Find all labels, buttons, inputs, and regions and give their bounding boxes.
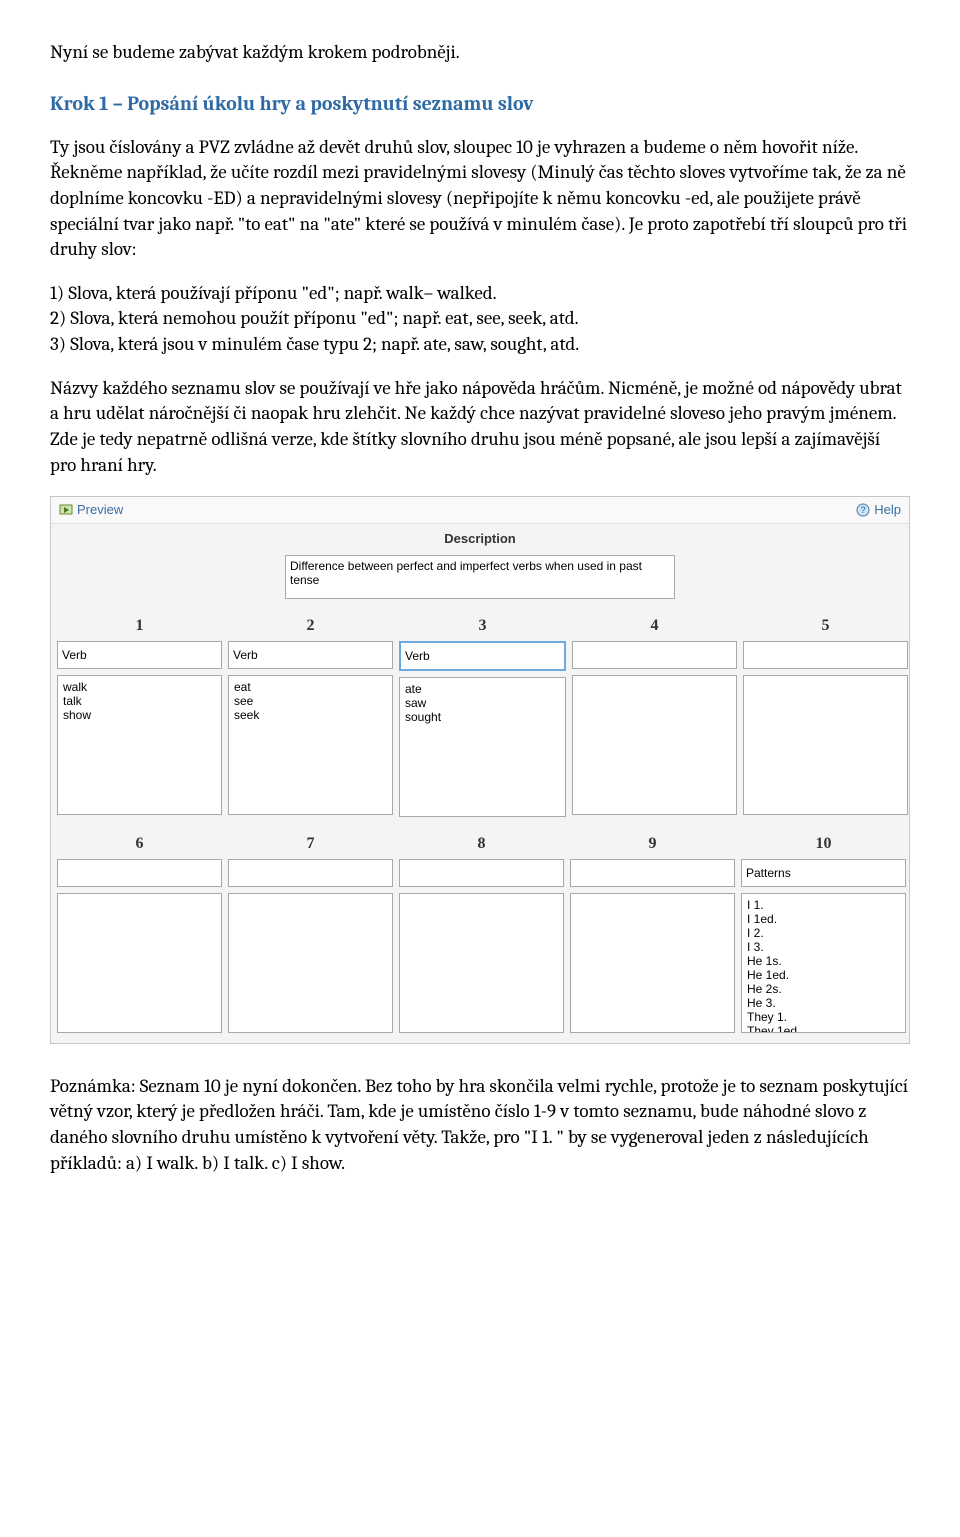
section-title: Krok 1 – Popsání úkolu hry a poskytnutí … (50, 90, 910, 117)
column-body-input[interactable] (743, 675, 908, 815)
note-paragraph: Poznámka: Seznam 10 je nyní dokončen. Be… (50, 1074, 910, 1177)
column: 8 (399, 827, 564, 1033)
column-header-input[interactable] (228, 641, 393, 669)
column-body-input[interactable] (741, 893, 906, 1033)
column-number: 7 (228, 827, 393, 859)
column-body-input[interactable] (57, 675, 222, 815)
list-item-1: 1) Slova, která používají příponu "ed"; … (50, 281, 910, 307)
columns-row-1: 12345 (51, 609, 909, 827)
column-header-input[interactable] (57, 641, 222, 669)
column-header-input[interactable] (57, 859, 222, 887)
column-number: 6 (57, 827, 222, 859)
preview-button[interactable]: Preview (59, 501, 123, 519)
list-item-3: 3) Slova, která jsou v minulém čase typu… (50, 332, 910, 358)
column-header-input[interactable] (743, 641, 908, 669)
column-header-input[interactable] (399, 859, 564, 887)
column-number: 4 (572, 609, 737, 641)
help-icon: ? (856, 503, 870, 517)
editor-panel: Preview ? Help Description 12345 678910 (50, 496, 910, 1043)
column: 6 (57, 827, 222, 1033)
column-header-input[interactable] (399, 641, 566, 671)
help-button[interactable]: ? Help (856, 501, 901, 519)
column-header-input[interactable] (228, 859, 393, 887)
column: 9 (570, 827, 735, 1033)
columns-row-2: 678910 (51, 827, 909, 1043)
column-number: 3 (399, 609, 566, 641)
column: 3 (399, 609, 566, 817)
paragraph-2: Názvy každého seznamu slov se používají … (50, 376, 910, 479)
column-body-input[interactable] (570, 893, 735, 1033)
preview-icon (59, 504, 73, 516)
intro-text: Nyní se budeme zabývat každým krokem pod… (50, 40, 910, 66)
list-item-2: 2) Slova, která nemohou použít příponu "… (50, 306, 910, 332)
column: 5 (743, 609, 908, 817)
column-number: 8 (399, 827, 564, 859)
svg-text:?: ? (861, 505, 866, 515)
column: 7 (228, 827, 393, 1033)
column: 1 (57, 609, 222, 817)
column-header-input[interactable] (572, 641, 737, 669)
column-number: 1 (57, 609, 222, 641)
column-body-input[interactable] (228, 893, 393, 1033)
help-label: Help (874, 501, 901, 519)
column-number: 10 (741, 827, 906, 859)
column-body-input[interactable] (57, 893, 222, 1033)
column-body-input[interactable] (399, 677, 566, 817)
column-body-input[interactable] (572, 675, 737, 815)
paragraph-1: Ty jsou číslovány a PVZ zvládne až devět… (50, 135, 910, 263)
column-number: 9 (570, 827, 735, 859)
column-body-input[interactable] (399, 893, 564, 1033)
column: 4 (572, 609, 737, 817)
column: 2 (228, 609, 393, 817)
column: 10 (741, 827, 906, 1033)
description-label: Description (444, 531, 516, 546)
description-input[interactable] (285, 555, 675, 599)
column-number: 5 (743, 609, 908, 641)
panel-toolbar: Preview ? Help (51, 497, 909, 524)
column-header-input[interactable] (741, 859, 906, 887)
column-body-input[interactable] (228, 675, 393, 815)
column-number: 2 (228, 609, 393, 641)
preview-label: Preview (77, 501, 123, 519)
column-header-input[interactable] (570, 859, 735, 887)
